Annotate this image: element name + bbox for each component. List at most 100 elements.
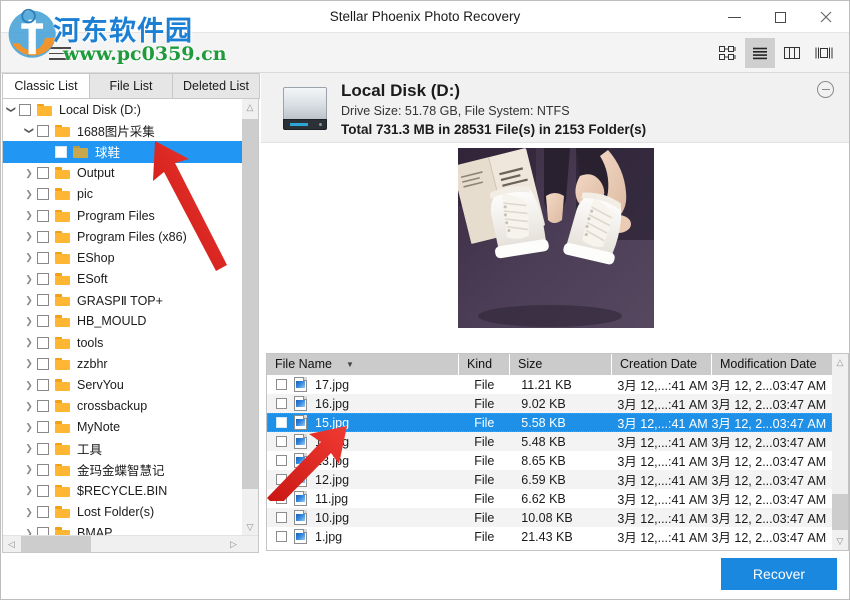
scroll-up-icon[interactable]: △ — [242, 99, 258, 116]
tree-item-tools[interactable]: ❯ tools — [3, 332, 243, 353]
tree-item-checkbox[interactable] — [37, 167, 49, 180]
tree-item-Output[interactable]: ❯ Output — [3, 163, 243, 184]
tree-hscrollbar-thumb[interactable] — [21, 536, 91, 552]
chevron-right-icon[interactable]: ❯ — [21, 226, 37, 247]
chevron-right-icon[interactable]: ❯ — [21, 480, 37, 501]
file-scrollbar-thumb[interactable] — [832, 494, 848, 530]
file-row-checkbox[interactable] — [276, 436, 287, 447]
tree-horizontal-scrollbar[interactable]: ◁ ▷ — [3, 535, 258, 552]
tree-item-HB_MOULD[interactable]: ❯ HB_MOULD — [3, 311, 243, 332]
chevron-right-icon[interactable]: ❯ — [21, 375, 37, 396]
file-row-checkbox[interactable] — [276, 379, 287, 390]
tree-item-checkbox[interactable] — [37, 230, 49, 243]
hamburger-menu-icon[interactable] — [49, 43, 71, 63]
tree-item-Program Files[interactable]: ❯ Program Files — [3, 205, 243, 226]
tree-item-zzbhr[interactable]: ❯ zzbhr — [3, 353, 243, 374]
chevron-down-icon[interactable]: ❯ — [19, 123, 40, 139]
tree-item-球鞋[interactable]: 球鞋 — [3, 141, 243, 163]
file-row-checkbox[interactable] — [276, 474, 287, 485]
chevron-right-icon[interactable]: ❯ — [21, 396, 37, 417]
thumbnail-grid-icon[interactable] — [713, 38, 743, 68]
scroll-down-icon[interactable]: ▽ — [832, 533, 848, 550]
tree-item-checkbox[interactable] — [55, 145, 67, 158]
column-header-size[interactable]: Size — [510, 354, 612, 375]
columns-icon[interactable] — [777, 38, 807, 68]
scroll-up-icon[interactable]: △ — [832, 354, 848, 371]
chevron-right-icon[interactable]: ❯ — [21, 459, 37, 480]
tree-item-checkbox[interactable] — [37, 442, 49, 455]
tree-item-$RECYCLE.BIN[interactable]: ❯ $RECYCLE.BIN — [3, 480, 243, 501]
tree-item-checkbox[interactable] — [37, 421, 49, 434]
tree-item-checkbox[interactable] — [37, 400, 49, 413]
preview-pane-icon[interactable] — [809, 38, 839, 68]
chevron-right-icon[interactable]: ❯ — [21, 502, 37, 523]
chevron-right-icon[interactable]: ❯ — [21, 332, 37, 353]
table-row[interactable]: 12.jpg File 6.59 KB 3月 12,...:41 AM 3月 12, 2… — [267, 470, 832, 489]
tree-item-Local Disk (D:)[interactable]: ❯ Local Disk (D:) — [3, 99, 243, 120]
tree-item-checkbox[interactable] — [37, 463, 49, 476]
tree-item-Program Files (x86)[interactable]: ❯ Program Files (x86) — [3, 226, 243, 247]
table-row[interactable]: 11.jpg File 6.62 KB 3月 12,...:41 AM 3月 12, 2… — [267, 489, 832, 508]
tree-item-ServYou[interactable]: ❯ ServYou — [3, 374, 243, 395]
chevron-right-icon[interactable]: ❯ — [21, 247, 37, 268]
column-header-kind[interactable]: Kind — [459, 354, 510, 375]
chevron-right-icon[interactable]: ❯ — [21, 184, 37, 205]
tree-item-checkbox[interactable] — [37, 251, 49, 264]
tree-item-1688图片采集[interactable]: ❯ 1688图片采集 — [3, 120, 243, 141]
tree-item-checkbox[interactable] — [37, 336, 49, 349]
tree-item-crossbackup[interactable]: ❯ crossbackup — [3, 396, 243, 417]
tree-item-ESoft[interactable]: ❯ ESoft — [3, 269, 243, 290]
chevron-right-icon[interactable]: ❯ — [21, 417, 37, 438]
table-row[interactable]: 15.jpg File 5.58 KB 3月 12,...:41 AM 3月 12, 2… — [267, 413, 832, 432]
file-row-checkbox[interactable] — [276, 398, 287, 409]
tab-file-list[interactable]: File List — [89, 73, 173, 99]
tree-item-checkbox[interactable] — [37, 188, 49, 201]
tree-item-pic[interactable]: ❯ pic — [3, 184, 243, 205]
tree-item-checkbox[interactable] — [37, 506, 49, 519]
scroll-down-icon[interactable]: ▽ — [242, 519, 258, 536]
tree-vertical-scrollbar[interactable]: △ ▽ — [242, 99, 258, 536]
file-row-checkbox[interactable] — [276, 455, 287, 466]
table-row[interactable]: 13.jpg File 8.65 KB 3月 12,...:41 AM 3月 12, 2… — [267, 451, 832, 470]
table-row[interactable]: 1.jpg File 21.43 KB 3月 12,...:41 AM 3月 12, 2… — [267, 527, 832, 546]
tree-item-checkbox[interactable] — [37, 294, 49, 307]
minimize-button[interactable] — [711, 1, 757, 33]
table-row[interactable]: 17.jpg File 11.21 KB 3月 12,...:41 AM 3月 12, … — [267, 375, 832, 394]
chevron-right-icon[interactable]: ❯ — [21, 269, 37, 290]
table-row[interactable]: 10.jpg File 10.08 KB 3月 12,...:41 AM 3月 12, … — [267, 508, 832, 527]
column-header-modification-date[interactable]: Modification Date — [712, 354, 848, 375]
recover-button[interactable]: Recover — [721, 558, 837, 590]
tree-item-checkbox[interactable] — [37, 273, 49, 286]
tree-item-GRASPⅡ TOP+[interactable]: ❯ GRASPⅡ TOP+ — [3, 290, 243, 311]
tree-item-金玛金蝶智慧记[interactable]: ❯ 金玛金蝶智慧记 — [3, 459, 243, 480]
back-arrow-icon[interactable]: ← — [21, 42, 43, 64]
file-row-checkbox[interactable] — [276, 417, 287, 428]
collapse-icon[interactable] — [817, 81, 834, 98]
close-button[interactable] — [803, 1, 849, 33]
file-row-checkbox[interactable] — [276, 512, 287, 523]
tree-item-checkbox[interactable] — [37, 484, 49, 497]
chevron-right-icon[interactable]: ❯ — [21, 353, 37, 374]
tree-scrollbar-thumb[interactable] — [242, 119, 258, 489]
table-row[interactable]: 16.jpg File 9.02 KB 3月 12,...:41 AM 3月 12, 2… — [267, 394, 832, 413]
scroll-left-icon[interactable]: ◁ — [3, 536, 20, 552]
scroll-right-icon[interactable]: ▷ — [225, 536, 242, 552]
file-list-scrollbar[interactable]: △ ▽ — [832, 354, 848, 550]
tree-item-EShop[interactable]: ❯ EShop — [3, 247, 243, 268]
column-header-creation-date[interactable]: Creation Date — [612, 354, 712, 375]
file-row-checkbox[interactable] — [276, 493, 287, 504]
tree-item-checkbox[interactable] — [37, 209, 49, 222]
tab-deleted-list[interactable]: Deleted List — [172, 73, 260, 99]
chevron-right-icon[interactable]: ❯ — [21, 311, 37, 332]
tree-item-工具[interactable]: ❯ 工具 — [3, 438, 243, 459]
tab-classic-list[interactable]: Classic List — [2, 73, 90, 99]
tree-item-checkbox[interactable] — [37, 357, 49, 370]
tree-item-checkbox[interactable] — [37, 315, 49, 328]
chevron-right-icon[interactable]: ❯ — [21, 163, 37, 184]
tree-item-checkbox[interactable] — [37, 379, 49, 392]
tree-item-MyNote[interactable]: ❯ MyNote — [3, 417, 243, 438]
tree-item-Lost Folder(s)[interactable]: ❯ Lost Folder(s) — [3, 502, 243, 523]
file-row-checkbox[interactable] — [276, 531, 287, 542]
chevron-right-icon[interactable]: ❯ — [21, 205, 37, 226]
column-header-file-name[interactable]: File Name ▼ — [267, 354, 459, 375]
